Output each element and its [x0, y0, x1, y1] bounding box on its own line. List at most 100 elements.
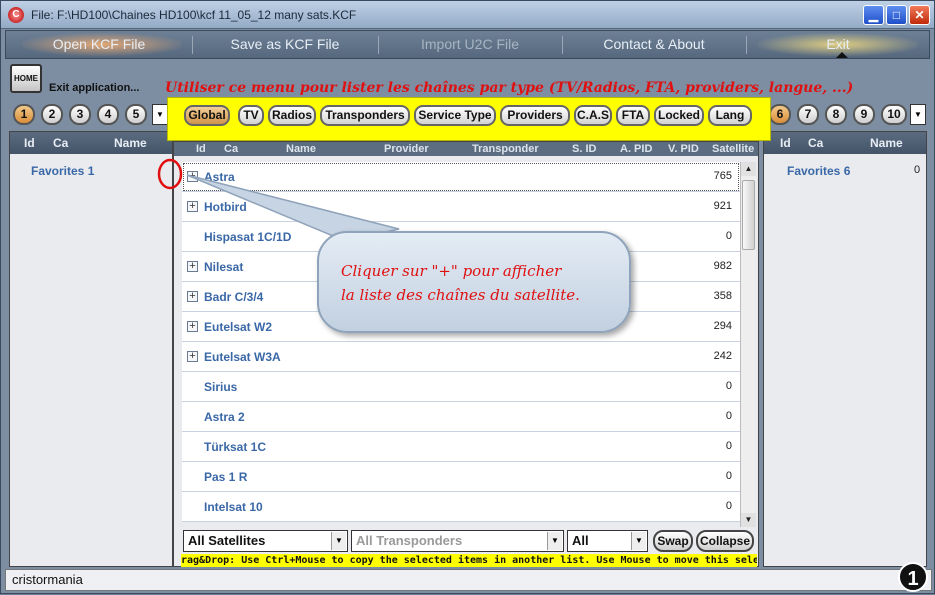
satellite-rows: + Astra 765 + Hotbird 921 Hispasat 1C/1D 0 + Nile… — [182, 162, 740, 522]
maximize-button[interactable]: □ — [886, 5, 907, 25]
exit-application-label: Exit application... — [49, 82, 140, 94]
vertical-scrollbar[interactable]: ▲ ▼ — [740, 162, 756, 527]
swap-button[interactable]: Swap — [653, 530, 693, 552]
filter-lang[interactable]: Lang — [708, 105, 752, 126]
table-row[interactable]: + Eutelsat W3A 242 — [182, 342, 740, 372]
filter-radios[interactable]: Radios — [268, 105, 316, 126]
all-filter-value: All — [572, 533, 589, 548]
table-row[interactable]: + Hotbird 921 — [182, 192, 740, 222]
expand-plus-icon[interactable]: + — [187, 321, 198, 332]
channel-count: 358 — [713, 290, 732, 302]
fav-tab-3[interactable]: 3 — [69, 104, 91, 125]
fav-tabs-right-dropdown[interactable]: ▼ — [910, 104, 926, 125]
satellite-name: Astra — [204, 170, 235, 184]
satellite-name: Astra 2 — [204, 410, 245, 424]
fav-tab-4[interactable]: 4 — [97, 104, 119, 125]
col-ca[interactable]: Ca — [53, 132, 68, 154]
filter-global[interactable]: Global — [184, 105, 230, 126]
fav-tab-6[interactable]: 6 — [769, 104, 791, 125]
col-id[interactable]: Id — [24, 132, 35, 154]
menu-contact-about[interactable]: Contact & About — [562, 31, 746, 58]
table-row[interactable]: Türksat 1C 0 — [182, 432, 740, 462]
table-row[interactable]: + Astra 765 — [182, 162, 740, 192]
col-ca[interactable]: Ca — [224, 142, 238, 156]
menu-open-kcf[interactable]: Open KCF File — [6, 31, 192, 58]
chevron-down-icon[interactable]: ▼ — [631, 532, 646, 550]
filter-locked[interactable]: Locked — [654, 105, 704, 126]
fav-tab-1[interactable]: 1 — [13, 104, 35, 125]
satellite-name: Eutelsat W2 — [204, 320, 273, 334]
fav-tab-10[interactable]: 10 — [881, 104, 907, 125]
scroll-down-icon[interactable]: ▼ — [741, 513, 756, 527]
expand-plus-icon[interactable]: + — [187, 291, 198, 302]
title-bar: C File: F:\HD100\Chaines HD100\kcf 11_05… — [1, 1, 934, 29]
col-ca[interactable]: Ca — [808, 132, 823, 154]
channel-table-header: Id Ca Name Provider Transponder S. ID A.… — [174, 142, 758, 156]
favorites-left-row[interactable]: Favorites 1 — [31, 164, 94, 178]
satellite-filter-value: All Satellites — [188, 533, 266, 548]
scroll-up-icon[interactable]: ▲ — [741, 162, 756, 176]
filter-transponders[interactable]: Transponders — [320, 105, 410, 126]
col-vpid[interactable]: V. PID — [668, 142, 699, 156]
channel-count: 242 — [713, 350, 732, 362]
fav-tab-9[interactable]: 9 — [853, 104, 875, 125]
col-apid[interactable]: A. PID — [620, 142, 652, 156]
callout-line-2: la liste des chaînes du satellite. — [341, 286, 580, 304]
all-filter-select[interactable]: All ▼ — [567, 530, 648, 552]
col-id[interactable]: Id — [780, 132, 791, 154]
col-name[interactable]: Name — [870, 132, 903, 154]
filter-providers[interactable]: Providers — [500, 105, 570, 126]
fav-tabs-left-dropdown[interactable]: ▼ — [152, 104, 168, 125]
col-satellite[interactable]: Satellite — [712, 142, 754, 156]
status-text: cristormania — [12, 572, 83, 587]
col-sid[interactable]: S. ID — [572, 142, 596, 156]
table-row[interactable]: Astra 2 0 — [182, 402, 740, 432]
fav-tab-2[interactable]: 2 — [41, 104, 63, 125]
channel-count: 294 — [713, 320, 732, 332]
satellite-filter-select[interactable]: All Satellites ▼ — [183, 530, 348, 552]
fav-tab-5[interactable]: 5 — [125, 104, 147, 125]
close-button[interactable]: ✕ — [909, 5, 930, 25]
menu-save-kcf[interactable]: Save as KCF File — [192, 31, 378, 58]
app-window: C File: F:\HD100\Chaines HD100\kcf 11_05… — [0, 0, 935, 594]
expand-plus-icon[interactable]: + — [187, 351, 198, 362]
callout-line-1: Cliquer sur "+" pour afficher — [341, 262, 562, 280]
expand-plus-icon[interactable]: + — [187, 171, 198, 182]
satellite-name: Eutelsat W3A — [204, 350, 281, 364]
filter-service-type[interactable]: Service Type — [414, 105, 496, 126]
channel-count: 921 — [713, 200, 732, 212]
chevron-down-icon[interactable]: ▼ — [331, 532, 346, 550]
col-id[interactable]: Id — [196, 142, 206, 156]
chevron-down-icon[interactable]: ▼ — [547, 532, 562, 550]
menu-import-u2c[interactable]: Import U2C File — [378, 31, 562, 58]
page-number-badge: 1 — [898, 562, 928, 592]
satellite-name: Nilesat — [204, 260, 244, 274]
filter-fta[interactable]: FTA — [616, 105, 650, 126]
col-name[interactable]: Name — [286, 142, 316, 156]
scroll-thumb[interactable] — [742, 180, 755, 250]
channel-count: 0 — [725, 380, 732, 392]
fav-tab-8[interactable]: 8 — [825, 104, 847, 125]
table-row[interactable]: Pas 1 R 0 — [182, 462, 740, 492]
channel-count: 765 — [713, 170, 732, 182]
channel-count: 0 — [725, 440, 732, 452]
favorites-right-row[interactable]: Favorites 6 — [787, 164, 850, 178]
filter-cas[interactable]: C.A.S — [574, 105, 612, 126]
expand-plus-icon[interactable]: + — [187, 201, 198, 212]
menu-caret-icon — [836, 52, 848, 58]
table-row[interactable]: Sirius 0 — [182, 372, 740, 402]
home-button[interactable]: HOME — [10, 64, 42, 93]
satellite-name: Hispasat 1C/1D — [204, 230, 292, 244]
filter-tv[interactable]: TV — [238, 105, 264, 126]
col-name[interactable]: Name — [114, 132, 147, 154]
fav-tab-7[interactable]: 7 — [797, 104, 819, 125]
filter-menu-highlight: Global TV Radios Transponders Service Ty… — [167, 97, 771, 141]
expand-plus-icon[interactable]: + — [187, 261, 198, 272]
col-provider[interactable]: Provider — [384, 142, 429, 156]
minimize-button[interactable]: ▁ — [863, 5, 884, 25]
table-row[interactable]: Intelsat 10 0 — [182, 492, 740, 522]
app-icon[interactable]: C — [8, 7, 24, 23]
collapse-button[interactable]: Collapse — [696, 530, 754, 552]
col-transponder[interactable]: Transponder — [472, 142, 539, 156]
transponder-filter-select[interactable]: All Transponders ▼ — [351, 530, 564, 552]
